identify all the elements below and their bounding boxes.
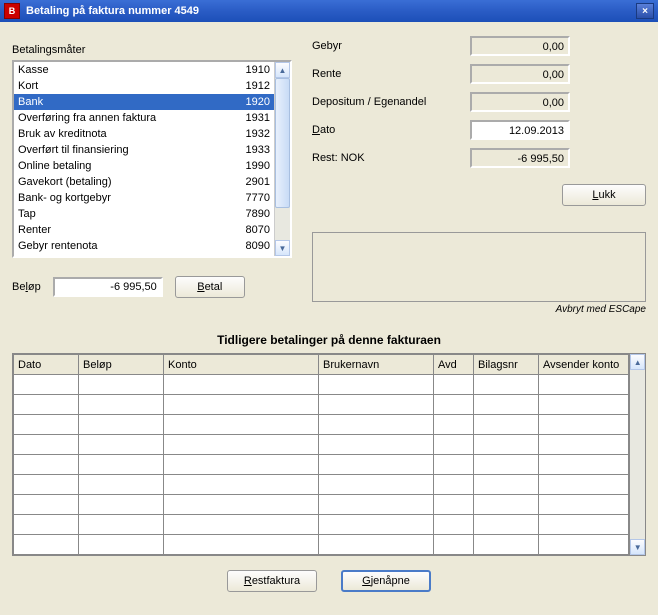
list-item[interactable]: Gavekort (betaling)2901 bbox=[14, 174, 274, 190]
table-scrollbar[interactable]: ▲ ▼ bbox=[629, 354, 645, 555]
list-item-name: Overføring fra annen faktura bbox=[18, 111, 230, 125]
col-belop[interactable]: Beløp bbox=[79, 355, 164, 375]
listbox-scrollbar[interactable]: ▲ ▼ bbox=[274, 62, 290, 256]
app-icon: B bbox=[4, 3, 20, 19]
scroll-down-icon[interactable]: ▼ bbox=[275, 240, 290, 256]
table-row[interactable] bbox=[14, 395, 629, 415]
amount-label: Beløp bbox=[12, 281, 41, 293]
table-row[interactable] bbox=[14, 375, 629, 395]
restfaktura-button[interactable]: Restfaktura bbox=[227, 570, 317, 592]
list-item-code: 7770 bbox=[230, 191, 270, 205]
list-item-name: Gavekort (betaling) bbox=[18, 175, 230, 189]
col-bilagsnr[interactable]: Bilagsnr bbox=[474, 355, 539, 375]
table-row[interactable] bbox=[14, 455, 629, 475]
escape-note: Avbryt med ESCape bbox=[312, 304, 646, 315]
dato-label: Dato bbox=[312, 124, 462, 136]
table-row[interactable] bbox=[14, 495, 629, 515]
history-table: Dato Beløp Konto Brukernavn Avd Bilagsnr… bbox=[12, 353, 646, 556]
table-row[interactable] bbox=[14, 515, 629, 535]
lukk-button[interactable]: Lukk bbox=[562, 184, 646, 206]
list-item[interactable]: Overført til finansiering1933 bbox=[14, 142, 274, 158]
list-item-code: 1920 bbox=[230, 95, 270, 109]
window-title: Betaling på faktura nummer 4549 bbox=[26, 5, 636, 17]
list-item-name: Kasse bbox=[18, 63, 230, 77]
close-button[interactable]: × bbox=[636, 3, 654, 19]
col-dato[interactable]: Dato bbox=[14, 355, 79, 375]
list-item-name: Online betaling bbox=[18, 159, 230, 173]
list-item[interactable]: Tap7890 bbox=[14, 206, 274, 222]
titlebar: B Betaling på faktura nummer 4549 × bbox=[0, 0, 658, 22]
amount-input[interactable] bbox=[53, 277, 163, 297]
list-item-name: Tap bbox=[18, 207, 230, 221]
list-item-code: 8090 bbox=[230, 239, 270, 253]
list-item-code: 1990 bbox=[230, 159, 270, 173]
betal-button[interactable]: Betal bbox=[175, 276, 245, 298]
rest-value: -6 995,50 bbox=[470, 148, 570, 168]
list-item[interactable]: Bruk av kreditnota1932 bbox=[14, 126, 274, 142]
table-row[interactable] bbox=[14, 415, 629, 435]
list-item-code: 1931 bbox=[230, 111, 270, 125]
list-item[interactable]: Bank- og kortgebyr7770 bbox=[14, 190, 274, 206]
payment-methods-label: Betalingsmåter bbox=[12, 44, 292, 56]
list-item[interactable]: Gebyr rentenota8090 bbox=[14, 238, 274, 254]
list-item-name: Bruk av kreditnota bbox=[18, 127, 230, 141]
list-item-code: 1933 bbox=[230, 143, 270, 157]
scroll-thumb[interactable] bbox=[275, 78, 290, 208]
scroll-up-icon[interactable]: ▲ bbox=[630, 354, 645, 370]
list-item-code: 1932 bbox=[230, 127, 270, 141]
list-item[interactable]: Kort1912 bbox=[14, 78, 274, 94]
rente-value: 0,00 bbox=[470, 64, 570, 84]
rente-label: Rente bbox=[312, 68, 462, 80]
gjenopne-button[interactable]: Gjenåpne bbox=[341, 570, 431, 592]
list-item-name: Renter bbox=[18, 223, 230, 237]
table-row[interactable] bbox=[14, 535, 629, 555]
list-item[interactable]: Bank1920 bbox=[14, 94, 274, 110]
col-avd[interactable]: Avd bbox=[434, 355, 474, 375]
rest-label: Rest: NOK bbox=[312, 152, 462, 164]
list-item-code: 1910 bbox=[230, 63, 270, 77]
payment-methods-listbox[interactable]: Kasse1910Kort1912Bank1920Overføring fra … bbox=[12, 60, 292, 258]
list-item-code: 7890 bbox=[230, 207, 270, 221]
list-item-code: 8070 bbox=[230, 223, 270, 237]
dato-value[interactable]: 12.09.2013 bbox=[470, 120, 570, 140]
table-row[interactable] bbox=[14, 475, 629, 495]
list-item-code: 1912 bbox=[230, 79, 270, 93]
list-item-name: Bank- og kortgebyr bbox=[18, 191, 230, 205]
col-avsender[interactable]: Avsender konto bbox=[539, 355, 629, 375]
list-item-code: 2901 bbox=[230, 175, 270, 189]
depositum-label: Depositum / Egenandel bbox=[312, 96, 462, 108]
list-item[interactable]: Online betaling1990 bbox=[14, 158, 274, 174]
list-item-name: Bank bbox=[18, 95, 230, 109]
table-header-row: Dato Beløp Konto Brukernavn Avd Bilagsnr… bbox=[14, 355, 629, 375]
list-item[interactable]: Kasse1910 bbox=[14, 62, 274, 78]
gebyr-label: Gebyr bbox=[312, 40, 462, 52]
gebyr-value: 0,00 bbox=[470, 36, 570, 56]
col-konto[interactable]: Konto bbox=[164, 355, 319, 375]
list-item[interactable]: Renter8070 bbox=[14, 222, 274, 238]
list-item[interactable]: Overføring fra annen faktura1931 bbox=[14, 110, 274, 126]
col-brukernavn[interactable]: Brukernavn bbox=[319, 355, 434, 375]
list-item-name: Kort bbox=[18, 79, 230, 93]
list-item-name: Gebyr rentenota bbox=[18, 239, 230, 253]
scroll-up-icon[interactable]: ▲ bbox=[275, 62, 290, 78]
note-box bbox=[312, 232, 646, 302]
history-title: Tidligere betalinger på denne fakturaen bbox=[12, 333, 646, 347]
table-row[interactable] bbox=[14, 435, 629, 455]
depositum-value: 0,00 bbox=[470, 92, 570, 112]
scroll-down-icon[interactable]: ▼ bbox=[630, 539, 645, 555]
list-item-name: Overført til finansiering bbox=[18, 143, 230, 157]
